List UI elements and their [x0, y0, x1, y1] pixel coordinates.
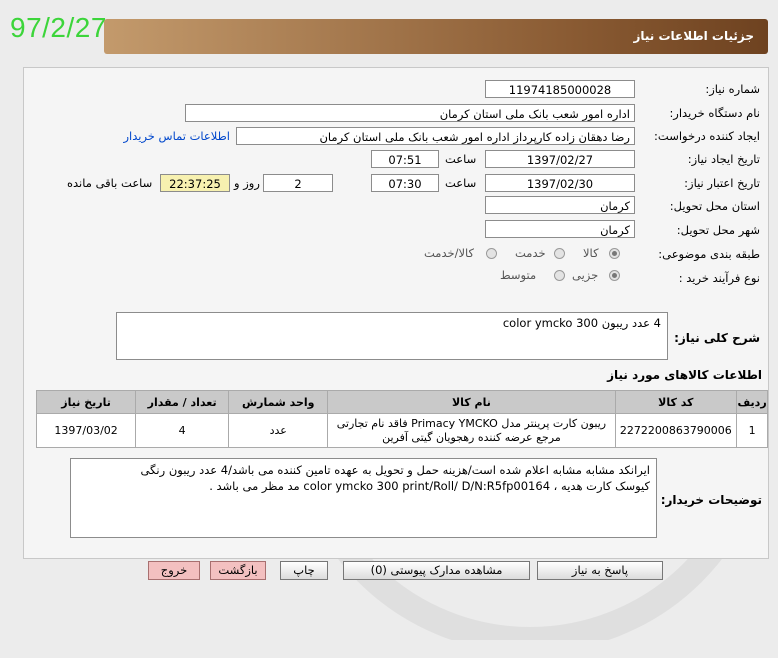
category-both-radio[interactable]: [486, 248, 497, 259]
remaining-label: ساعت باقی مانده: [67, 176, 153, 190]
buyer-contact-link[interactable]: اطلاعات تماس خریدار: [123, 129, 230, 143]
need-number-label: شماره نیاز:: [705, 82, 760, 96]
days-label: روز و: [234, 176, 260, 190]
unit-cell: عدد: [228, 413, 329, 448]
quantity-cell: 4: [135, 413, 230, 448]
valid-date-label: تاریخ اعتبار نیاز:: [684, 176, 760, 190]
requester-label: ایجاد کننده درخواست:: [654, 129, 760, 143]
row-number-cell: 1: [736, 413, 768, 448]
buyer-org-field: اداره امور شعب بانک ملی استان کرمان: [185, 104, 635, 122]
col-name-header: نام کالا: [327, 390, 616, 414]
purchase-minor-label: جزیی: [572, 268, 599, 282]
purchase-minor-radio[interactable]: [609, 270, 620, 281]
valid-time-label: ساعت: [445, 176, 477, 190]
purchase-type-label: نوع فرآیند خرید :: [678, 271, 760, 285]
category-service-radio[interactable]: [554, 248, 565, 259]
create-time-field: 07:51: [371, 150, 439, 168]
city-label: شهر محل تحویل:: [676, 223, 760, 237]
print-button[interactable]: چاپ: [280, 561, 328, 580]
province-field: کرمان: [485, 196, 635, 214]
reply-button[interactable]: پاسخ به نیاز: [537, 561, 663, 580]
need-date-cell: 1397/03/02: [35, 413, 137, 448]
valid-date-field: 1397/02/30: [485, 174, 635, 192]
item-name-cell: ریبون کارت پرینتر مدل Primacy YMCKO فاقد…: [327, 413, 616, 448]
col-qty-header: تعداد / مقدار: [135, 390, 230, 414]
category-goods-radio[interactable]: [609, 248, 620, 259]
requester-field: رضا دهقان زاده کارپرداز اداره امور شعب ب…: [236, 127, 635, 145]
city-field: کرمان: [485, 220, 635, 238]
header-bar: جزئیات اطلاعات نیاز: [104, 19, 768, 54]
need-number-field: 11974185000028: [485, 80, 635, 98]
summary-label: شرح کلی نیاز:: [674, 331, 760, 345]
summary-box: 4 عدد ریبون color ymcko 300: [116, 312, 668, 360]
category-service-label: خدمت: [515, 246, 546, 260]
col-unit-header: واحد شمارش: [228, 390, 329, 414]
date-stamp: 97/2/27: [10, 12, 107, 43]
item-name-line1: ریبون کارت پرینتر مدل Primacy YMCKO فاقد…: [336, 416, 607, 430]
back-button[interactable]: بازگشت: [210, 561, 266, 580]
category-label: طبقه بندی موضوعی:: [658, 247, 760, 261]
col-code-header: کد کالا: [614, 390, 738, 414]
province-label: استان محل تحویل:: [669, 199, 760, 213]
item-code-cell: 2272200863790006: [614, 413, 738, 448]
remaining-days-field: 2: [263, 174, 333, 192]
items-header-row: ردیف کد کالا نام کالا واحد شمارش تعداد /…: [35, 390, 768, 414]
buyer-org-label: نام دستگاه خریدار:: [669, 106, 760, 120]
col-row-header: ردیف: [736, 390, 768, 414]
create-date-label: تاریخ ایجاد نیاز:: [687, 152, 760, 166]
table-row: 1 2272200863790006 ریبون کارت پرینتر مدل…: [35, 413, 768, 448]
items-section-title: اطلاعات کالاهای مورد نیاز: [607, 368, 762, 382]
exit-button[interactable]: خروج: [148, 561, 200, 580]
buyer-notes-box: ایرانکد مشابه مشابه اعلام شده است/هزینه …: [70, 458, 657, 538]
category-goods-label: کالا: [583, 246, 599, 260]
valid-time-field: 07:30: [371, 174, 439, 192]
attachments-button[interactable]: مشاهده مدارک پیوستی (0): [343, 561, 530, 580]
buyer-notes-label: توضیحات خریدار:: [660, 493, 762, 507]
summary-text: 4 عدد ریبون color ymcko 300: [502, 316, 661, 330]
create-time-label: ساعت: [445, 152, 477, 166]
purchase-medium-radio[interactable]: [554, 270, 565, 281]
item-name-line2: مرجع عرضه کننده رهجویان گیتی آفرین: [382, 430, 561, 444]
col-date-header: تاریخ نیاز: [35, 390, 137, 414]
items-table: ردیف کد کالا نام کالا واحد شمارش تعداد /…: [35, 390, 768, 448]
buyer-notes-line2: کیوسک کارت هدیه ، color ymcko 300 print/…: [209, 479, 650, 493]
category-both-label: کالا/خدمت: [424, 246, 475, 260]
buyer-notes-line1: ایرانکد مشابه مشابه اعلام شده است/هزینه …: [140, 463, 650, 477]
remaining-time-field: 22:37:25: [160, 174, 230, 192]
page-title: جزئیات اطلاعات نیاز: [633, 29, 754, 43]
purchase-medium-label: متوسط: [500, 268, 537, 282]
create-date-field: 1397/02/27: [485, 150, 635, 168]
